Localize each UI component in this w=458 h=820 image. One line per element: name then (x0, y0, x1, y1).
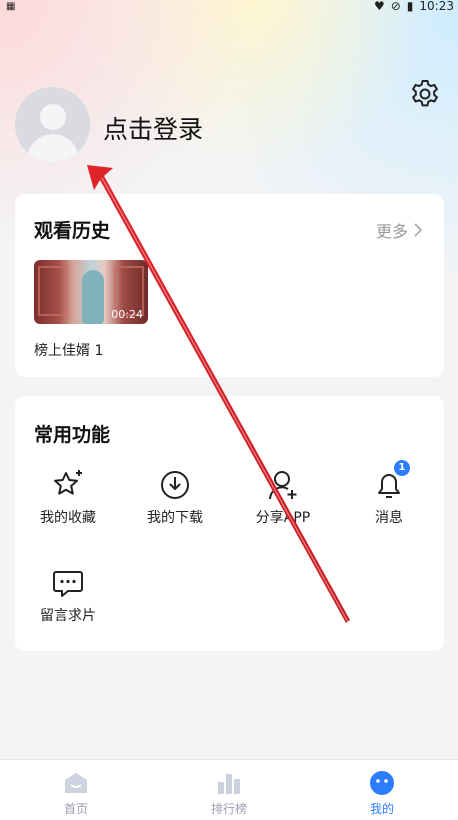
ranking-icon (216, 770, 242, 796)
request-movie-button[interactable]: 留言求片 (23, 566, 113, 625)
wifi-icon: ♥ (373, 0, 385, 13)
avatar-head (40, 104, 66, 130)
avatar[interactable] (15, 87, 90, 162)
tab-ranking-label: 排行榜 (210, 802, 247, 816)
tab-mine-label: 我的 (369, 802, 394, 816)
video-duration: 00:24 (111, 308, 143, 321)
chat-icon (51, 566, 85, 600)
tab-ranking[interactable]: 排行榜 (153, 760, 305, 820)
common-functions-card: 常用功能 我的收藏 我的下载 分享APP 1 消息 留言求片 (15, 396, 444, 651)
history-more-button[interactable]: 更多 (376, 218, 422, 242)
bell-icon: 1 (372, 460, 410, 502)
star-icon (51, 468, 85, 502)
home-icon (63, 770, 89, 796)
settings-gear-icon[interactable] (409, 78, 441, 110)
message-badge: 1 (394, 460, 410, 476)
favorites-label: 我的收藏 (40, 510, 96, 526)
request-movie-label: 留言求片 (40, 608, 96, 624)
login-link[interactable]: 点击登录 (103, 110, 203, 146)
share-user-icon (266, 468, 300, 502)
no-sim-icon: ⊘ (390, 0, 401, 13)
favorites-button[interactable]: 我的收藏 (23, 468, 113, 527)
battery-icon: ▮ (406, 0, 414, 13)
avatar-body (27, 134, 79, 162)
chevron-right-icon (414, 223, 422, 237)
functions-title: 常用功能 (34, 424, 111, 446)
watch-history-card: 观看历史 更多 00:24 榜上佳婿 1 (15, 194, 444, 377)
share-app-label: 分享APP (255, 510, 311, 526)
tab-home[interactable]: 首页 (0, 760, 152, 820)
downloads-label: 我的下载 (147, 510, 203, 526)
more-label: 更多 (375, 222, 408, 241)
download-icon (158, 468, 192, 502)
bottom-tab-bar: 首页 排行榜 我的 (0, 759, 458, 820)
share-app-button[interactable]: 分享APP (238, 468, 328, 527)
history-video-title[interactable]: 榜上佳婿 1 (34, 340, 103, 360)
status-bar: ▦ ♥ ⊘ ▮ 10:23 (0, 0, 458, 14)
history-video-thumbnail[interactable]: 00:24 (34, 260, 148, 324)
scan-icon: ▦ (6, 1, 16, 12)
messages-label: 消息 (375, 510, 403, 526)
status-time: 10:23 (419, 0, 454, 13)
downloads-button[interactable]: 我的下载 (130, 468, 220, 527)
history-title: 观看历史 (34, 220, 111, 242)
tab-mine[interactable]: 我的 (306, 760, 458, 820)
tab-home-label: 首页 (63, 802, 88, 816)
status-icons: ♥ ⊘ ▮ 10:23 (374, 0, 454, 12)
profile-face-icon (369, 770, 395, 796)
messages-button[interactable]: 1 消息 (344, 460, 434, 527)
